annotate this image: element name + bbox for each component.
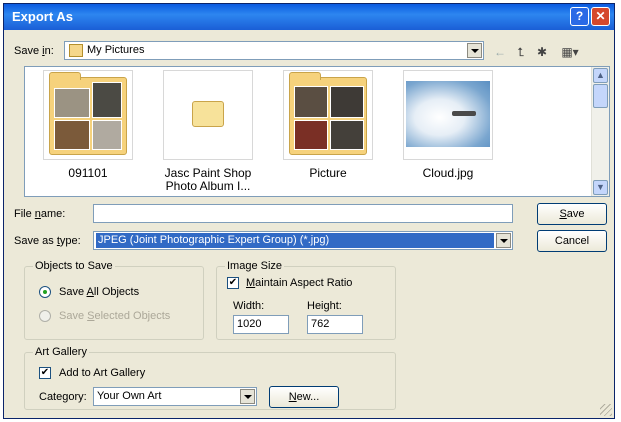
save-in-value: My Pictures — [87, 44, 145, 56]
height-label: Height: — [307, 300, 342, 312]
chevron-down-icon[interactable] — [467, 43, 482, 58]
maintain-aspect-ratio-label[interactable]: Maintain Aspect Ratio — [246, 277, 352, 289]
new-folder-icon[interactable]: ✱ — [532, 44, 552, 60]
height-field[interactable]: 762 — [307, 315, 363, 334]
file-list[interactable]: 091101 Jasc Paint Shop Photo Album I... … — [24, 66, 610, 197]
views-menu-icon[interactable]: ▦▾ — [556, 44, 584, 60]
file-item-jasc-album[interactable] — [163, 70, 253, 160]
chevron-down-icon[interactable] — [240, 389, 255, 404]
width-label: Width: — [233, 300, 265, 312]
image-thumbnail — [406, 81, 490, 147]
file-name-cloud-jpg: Cloud.jpg — [422, 166, 474, 180]
save-as-type-dropdown[interactable]: JPEG (Joint Photographic Expert Group) (… — [93, 231, 513, 250]
up-folder-icon[interactable]: ⮤ — [511, 44, 531, 60]
help-button[interactable]: ? — [570, 7, 589, 26]
file-item-picture[interactable] — [283, 70, 373, 160]
new-category-button[interactable]: New... — [269, 386, 339, 408]
category-label: Category: — [39, 391, 87, 403]
scroll-down-icon[interactable]: ▼ — [593, 180, 608, 195]
objects-to-save-group: Objects to Save Save All Objects Save Se… — [24, 260, 204, 340]
save-selected-objects-radio[interactable] — [39, 310, 51, 322]
file-name-jasc-album: Jasc Paint Shop Photo Album I... — [164, 166, 252, 193]
save-all-objects-radio[interactable] — [39, 286, 51, 298]
objects-to-save-legend: Objects to Save — [33, 260, 115, 272]
art-gallery-legend: Art Gallery — [33, 346, 89, 358]
folder-icon — [289, 72, 367, 155]
close-button[interactable]: ✕ — [591, 7, 610, 26]
export-as-dialog: Export As ? ✕ Save in: My Pictures ← ⮤ ✱… — [3, 3, 615, 419]
file-item-cloud-jpg[interactable] — [403, 70, 493, 160]
category-value: Your Own Art — [97, 390, 162, 402]
title-bar[interactable]: Export As ? ✕ — [4, 4, 614, 30]
scroll-thumb[interactable] — [593, 84, 608, 108]
file-list-scrollbar[interactable]: ▲ ▼ — [591, 67, 609, 196]
file-name-field[interactable] — [93, 204, 513, 223]
save-as-type-label: Save as type: — [14, 235, 81, 247]
dialog-title: Export As — [12, 9, 73, 24]
file-item-091101[interactable] — [43, 70, 133, 160]
save-in-label: Save in: — [14, 45, 54, 57]
back-arrow-icon[interactable]: ← — [490, 44, 510, 60]
chevron-down-icon[interactable] — [496, 233, 511, 248]
save-selected-objects-label: Save Selected Objects — [59, 310, 171, 322]
width-field[interactable]: 1020 — [233, 315, 289, 334]
my-pictures-icon — [69, 44, 83, 57]
file-name-091101: 091101 — [68, 166, 108, 180]
folder-icon — [192, 101, 224, 127]
save-all-objects-label[interactable]: Save All Objects — [59, 286, 139, 298]
scroll-up-icon[interactable]: ▲ — [593, 68, 608, 83]
image-size-group: Image Size ✔ Maintain Aspect Ratio Width… — [216, 260, 396, 340]
jet-icon — [452, 111, 476, 116]
add-to-art-gallery-label[interactable]: Add to Art Gallery — [59, 367, 145, 379]
save-in-dropdown[interactable]: My Pictures — [64, 41, 484, 60]
add-to-art-gallery-checkbox[interactable]: ✔ — [39, 367, 51, 379]
save-as-type-value: JPEG (Joint Photographic Expert Group) (… — [98, 234, 330, 246]
folder-icon — [49, 72, 127, 155]
maintain-aspect-ratio-checkbox[interactable]: ✔ — [227, 277, 239, 289]
resize-grip-icon[interactable] — [600, 404, 612, 416]
file-name-label: File name: — [14, 208, 66, 220]
category-dropdown[interactable]: Your Own Art — [93, 387, 257, 406]
save-button[interactable]: Save — [537, 203, 607, 225]
art-gallery-group: Art Gallery ✔ Add to Art Gallery Categor… — [24, 346, 396, 410]
cancel-button[interactable]: Cancel — [537, 230, 607, 252]
file-name-picture: Picture — [309, 166, 347, 180]
image-size-legend: Image Size — [225, 260, 285, 272]
